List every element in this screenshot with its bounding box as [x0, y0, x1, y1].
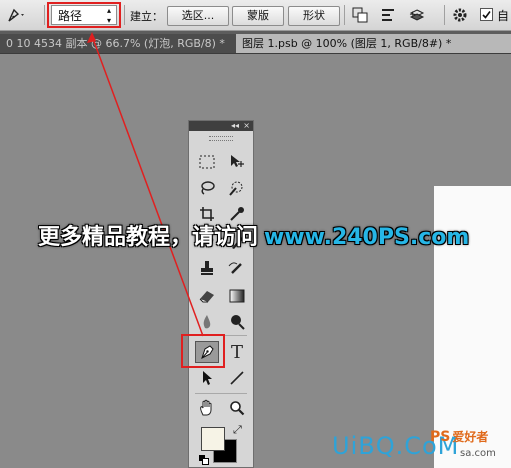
blur-tool-icon[interactable]	[195, 311, 219, 333]
panel-grip[interactable]	[209, 136, 233, 141]
path-alignment-icon[interactable]	[378, 6, 398, 24]
banner-text: 更多精品教程，请访问	[38, 225, 259, 250]
banner-url: www.240PS.com	[264, 225, 470, 250]
mode-select-highlight	[47, 2, 121, 28]
type-tool-glyph: T	[230, 341, 243, 363]
shape-button[interactable]: 形状	[288, 6, 340, 26]
tab-bulb-document[interactable]: 0 10 4534 副本 @ 66.7% (灯泡, RGB/8) *	[0, 34, 239, 53]
tab-label: 0 10 4534 副本 @ 66.7% (灯泡, RGB/8) *	[6, 37, 225, 50]
gradient-tool-icon[interactable]	[225, 285, 249, 307]
auto-add-label: 自	[497, 9, 510, 23]
dodge-tool-icon[interactable]	[225, 311, 249, 333]
collapse-arrows-icon[interactable]: ◂◂	[231, 121, 239, 130]
tutorial-banner: 更多精品教程，请访问 www.240PS.com	[38, 219, 469, 251]
swap-colors-icon[interactable]: ⤢	[233, 423, 242, 437]
default-colors-icon[interactable]	[199, 455, 209, 465]
gear-icon[interactable]	[450, 6, 470, 24]
separator	[444, 5, 445, 25]
clone-stamp-tool-icon[interactable]	[195, 257, 219, 279]
zoom-tool-icon[interactable]	[225, 397, 249, 419]
selection-button[interactable]: 选区...	[167, 6, 229, 26]
hand-tool-icon[interactable]	[195, 397, 219, 419]
mask-button[interactable]: 蒙版	[232, 6, 284, 26]
auto-add-checkbox[interactable]	[480, 8, 493, 21]
separator	[44, 5, 45, 25]
path-selection-tool-icon[interactable]	[195, 367, 219, 389]
path-operations-icon[interactable]	[350, 6, 370, 24]
pen-tool-highlight	[181, 334, 225, 368]
foreground-color-swatch[interactable]	[201, 427, 225, 451]
pen-tool-preset-icon[interactable]	[4, 5, 30, 25]
watermark-ps-text: PS	[430, 429, 451, 445]
move-tool-icon[interactable]	[225, 151, 249, 173]
marquee-tool-icon[interactable]	[195, 151, 219, 173]
tools-panel: ◂◂ × T ⤢	[188, 120, 254, 468]
tools-panel-header[interactable]: ◂◂ ×	[189, 121, 253, 131]
quick-selection-tool-icon[interactable]	[225, 177, 249, 199]
tab-label: 图层 1.psb @ 100% (图层 1, RGB/8#) *	[242, 37, 452, 50]
tools-separator	[195, 393, 247, 394]
path-arrangement-icon[interactable]: +	[408, 6, 430, 24]
history-brush-tool-icon[interactable]	[225, 257, 249, 279]
make-label: 建立：	[130, 10, 163, 23]
separator	[344, 5, 345, 25]
options-bar: 路径 ▴ ▾ 建立： 选区... 蒙版 形状 + 自	[0, 0, 511, 31]
watermark-site: sa.com	[460, 448, 496, 459]
eraser-tool-icon[interactable]	[195, 285, 219, 307]
type-tool-icon[interactable]: T	[225, 341, 249, 363]
close-icon[interactable]: ×	[243, 121, 250, 131]
document-tabs: 0 10 4534 副本 @ 66.7% (灯泡, RGB/8) * 图层 1.…	[0, 31, 511, 54]
lasso-tool-icon[interactable]	[195, 177, 219, 199]
line-tool-icon[interactable]	[225, 367, 249, 389]
separator	[124, 5, 125, 25]
tab-layer-psb[interactable]: 图层 1.psb @ 100% (图层 1, RGB/8#) *	[236, 34, 511, 53]
watermark-brand: 爱好者	[452, 430, 489, 444]
watermark-ps: PS 爱好者	[430, 428, 488, 445]
